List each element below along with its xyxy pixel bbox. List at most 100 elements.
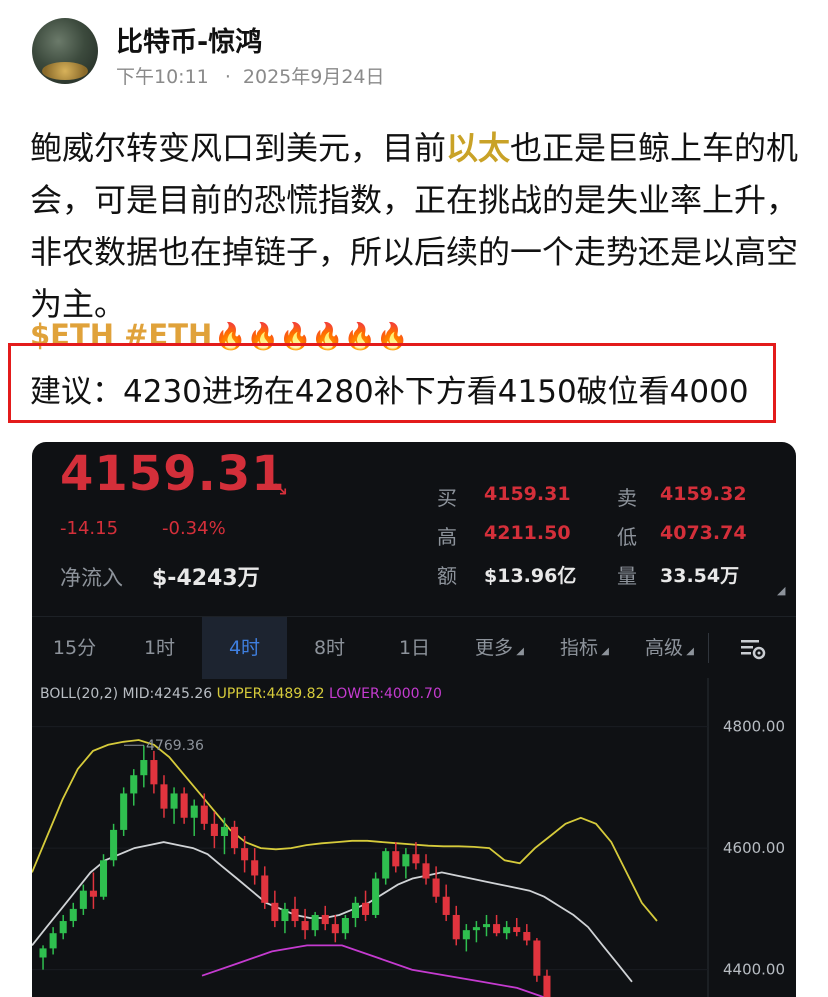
- post-time: 下午10:11: [116, 66, 209, 88]
- candle-body: [301, 921, 309, 931]
- high-value: 4211.50: [484, 522, 571, 544]
- y-tick-label: 4400.00: [723, 961, 785, 979]
- mid-band-line: [32, 841, 633, 983]
- candle-body: [422, 863, 430, 879]
- candle-body: [120, 793, 128, 830]
- candle-body: [49, 933, 57, 949]
- candle-body: [372, 878, 380, 915]
- candle-body: [160, 784, 168, 809]
- candle-body: [281, 908, 289, 922]
- price-change-pct: -0.34%: [162, 518, 226, 539]
- candle-body: [231, 826, 239, 849]
- candle-body: [140, 760, 148, 776]
- candle-body: [482, 924, 491, 928]
- candle-body: [543, 975, 551, 997]
- net-inflow-value: $-4243万: [152, 566, 260, 591]
- candle-body: [89, 890, 97, 897]
- candle-body: [513, 927, 521, 932]
- last-price: 4159.31: [60, 446, 286, 502]
- advice-text: 建议：4230进场在4280补下方看4150破位看4000: [30, 374, 749, 410]
- high-marker-label: 4769.36: [146, 738, 204, 754]
- candle-body: [362, 902, 370, 915]
- author-name[interactable]: 比特币-惊鸿: [116, 20, 262, 59]
- candle-body: [432, 878, 440, 897]
- candle-body: [331, 924, 339, 934]
- candle-body: [291, 908, 299, 922]
- y-tick-label: 4600.00: [723, 839, 785, 857]
- candle-body: [351, 902, 359, 919]
- tab-more-label: 更多: [475, 637, 514, 659]
- post-date: 2025年9月24日: [242, 66, 385, 88]
- tab-1h[interactable]: 1时: [117, 617, 202, 679]
- candle-body: [271, 902, 279, 922]
- amount-label: 额: [437, 564, 457, 588]
- candle-body: [341, 918, 349, 934]
- candle-body: [382, 851, 390, 879]
- tab-15m[interactable]: 15分: [32, 617, 117, 679]
- low-label: 低: [617, 525, 637, 549]
- tab-4h[interactable]: 4时: [202, 617, 287, 679]
- tab-1d[interactable]: 1日: [372, 617, 457, 679]
- candle-body: [251, 860, 259, 876]
- lower-band-line: [201, 944, 547, 997]
- candle-body: [180, 793, 188, 818]
- low-value: 4073.74: [660, 522, 747, 544]
- candle-body: [472, 927, 480, 931]
- expand-corner-icon[interactable]: ◢: [777, 584, 785, 597]
- candle-body: [59, 921, 67, 934]
- sell-value: 4159.32: [660, 483, 747, 505]
- candle-body: [452, 914, 460, 940]
- tab-8h[interactable]: 8时: [287, 617, 372, 679]
- chart-settings-icon[interactable]: [738, 633, 768, 663]
- buy-label: 买: [437, 486, 457, 510]
- candle-body: [523, 931, 531, 941]
- candle-body: [402, 854, 410, 867]
- sell-label: 卖: [617, 486, 637, 510]
- post-body: 鲍威尔转变风口到美元，目前以太也正是巨鲸上车的机会，可是目前的恐慌指数，正在挑战…: [30, 122, 800, 330]
- body-highlight[interactable]: 以太: [446, 129, 510, 167]
- candle-body: [99, 860, 108, 897]
- interval-tabs: 15分 1时 4时 8时 1日 更多 ◢ 指标 ◢ 高级 ◢: [32, 616, 796, 679]
- chevron-down-icon: ◢: [513, 646, 524, 657]
- volume-value: 33.54万: [660, 565, 740, 587]
- candle-body: [69, 908, 77, 922]
- tab-indicators-label: 指标: [560, 637, 599, 659]
- tab-more[interactable]: 更多 ◢: [457, 617, 542, 679]
- candlestick-chart[interactable]: 4800.00 4600.00 4400.00 4769.36: [32, 678, 796, 997]
- candle-body: [110, 829, 118, 861]
- tab-advanced[interactable]: 高级 ◢: [627, 617, 712, 679]
- tab-indicators[interactable]: 指标 ◢: [542, 617, 627, 679]
- chevron-down-icon: ◢: [683, 646, 694, 657]
- author-avatar[interactable]: [32, 18, 98, 84]
- candle-body: [190, 805, 198, 818]
- candle-body: [503, 927, 511, 934]
- candle-body: [39, 948, 47, 958]
- candle-body: [321, 914, 329, 925]
- amount-value: $13.96亿: [484, 565, 577, 587]
- price-change: -14.15: [60, 518, 119, 539]
- upper-band-line: [32, 739, 658, 922]
- high-label: 高: [437, 525, 457, 549]
- candle-body: [220, 826, 228, 836]
- candle-body: [200, 805, 208, 824]
- volume-label: 量: [617, 564, 637, 588]
- candle-body: [462, 930, 470, 940]
- meta-separator: ·: [224, 66, 231, 88]
- post-timestamp: 下午10:11 · 2025年9月24日: [116, 62, 385, 89]
- candles: [39, 745, 551, 997]
- candle-body: [311, 914, 319, 931]
- candle-body: [442, 896, 450, 915]
- market-screenshot: 4159.31 ↘ -14.15 -0.34% 净流入 $-4243万 买 41…: [32, 442, 796, 997]
- candle-body: [392, 851, 400, 867]
- buy-value: 4159.31: [484, 483, 571, 505]
- candle-body: [130, 775, 138, 794]
- candle-body: [79, 890, 87, 909]
- price-axis-labels: 4800.00 4600.00 4400.00: [723, 718, 785, 979]
- tab-divider: [708, 633, 709, 663]
- tab-advanced-label: 高级: [645, 637, 684, 659]
- candle-body: [412, 854, 420, 864]
- candle-body: [493, 924, 501, 934]
- body-text-1: 鲍威尔转变风口到美元，目前: [30, 129, 447, 167]
- candle-body: [533, 940, 541, 976]
- y-tick-label: 4800.00: [723, 718, 785, 736]
